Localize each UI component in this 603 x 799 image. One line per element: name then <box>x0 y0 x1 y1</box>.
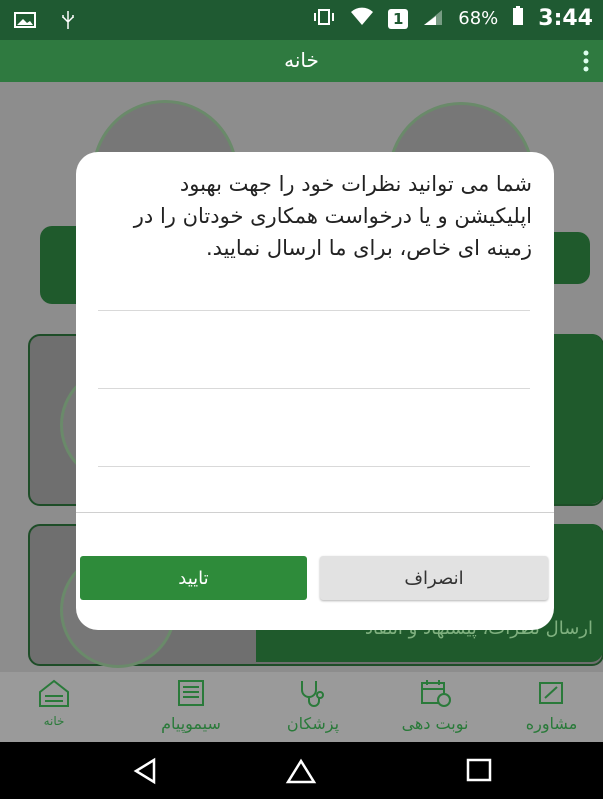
nav-home[interactable]: خانه <box>14 678 94 728</box>
newspaper-icon <box>178 680 204 706</box>
recents-icon[interactable] <box>465 756 493 784</box>
nav-appointments[interactable]: نوبت دهی <box>380 678 490 733</box>
overflow-menu-icon[interactable] <box>583 50 589 76</box>
system-navigation-bar <box>0 742 603 799</box>
nav-simopayam-label: سیموپیام <box>161 714 221 733</box>
nav-doctors[interactable]: پزشکان <box>258 678 368 733</box>
confirm-button[interactable]: تایید <box>80 556 307 600</box>
home-button-icon[interactable] <box>285 756 317 786</box>
nav-consultation-label: مشاوره <box>525 714 578 733</box>
input-line-2[interactable] <box>98 388 530 389</box>
image-notification-icon <box>14 12 36 32</box>
card-middle-right[interactable] <box>548 334 603 504</box>
stethoscope-icon <box>301 681 324 707</box>
nav-appointments-label: نوبت دهی <box>401 714 469 733</box>
clock: 3:44 <box>538 6 593 31</box>
cancel-button[interactable]: انصراف <box>320 556 548 600</box>
nav-consultation[interactable]: مشاوره <box>500 678 603 733</box>
usb-icon <box>60 10 76 34</box>
consult-icon <box>538 682 563 704</box>
battery-icon <box>512 6 524 31</box>
status-bar: 1 68% 3:44 <box>0 0 603 40</box>
nav-home-label: خانه <box>43 714 65 728</box>
home-icon <box>39 679 69 707</box>
calendar-clock-icon <box>421 680 451 707</box>
feedback-dialog: شما می توانید نظرات خود را جهت بهبود اپل… <box>76 152 554 630</box>
page-title: خانه <box>284 48 319 72</box>
nav-doctors-label: پزشکان <box>286 714 340 733</box>
wifi-icon <box>350 6 374 31</box>
input-line-1[interactable] <box>98 310 530 311</box>
back-icon[interactable] <box>130 756 160 786</box>
input-line-3[interactable] <box>98 466 530 467</box>
signal-icon <box>422 7 444 31</box>
vibrate-icon <box>312 7 336 31</box>
battery-percent: 68% <box>458 8 499 29</box>
dialog-message: شما می توانید نظرات خود را جهت بهبود اپل… <box>133 172 532 260</box>
dialog-divider <box>76 512 554 513</box>
sim-badge-icon: 1 <box>388 8 409 29</box>
bottom-navigation: خانه سیموپیام پزشکان نوبت دهی مشاوره <box>0 672 603 742</box>
app-toolbar: خانه <box>0 40 603 82</box>
nav-simopayam[interactable]: سیموپیام <box>136 678 246 733</box>
